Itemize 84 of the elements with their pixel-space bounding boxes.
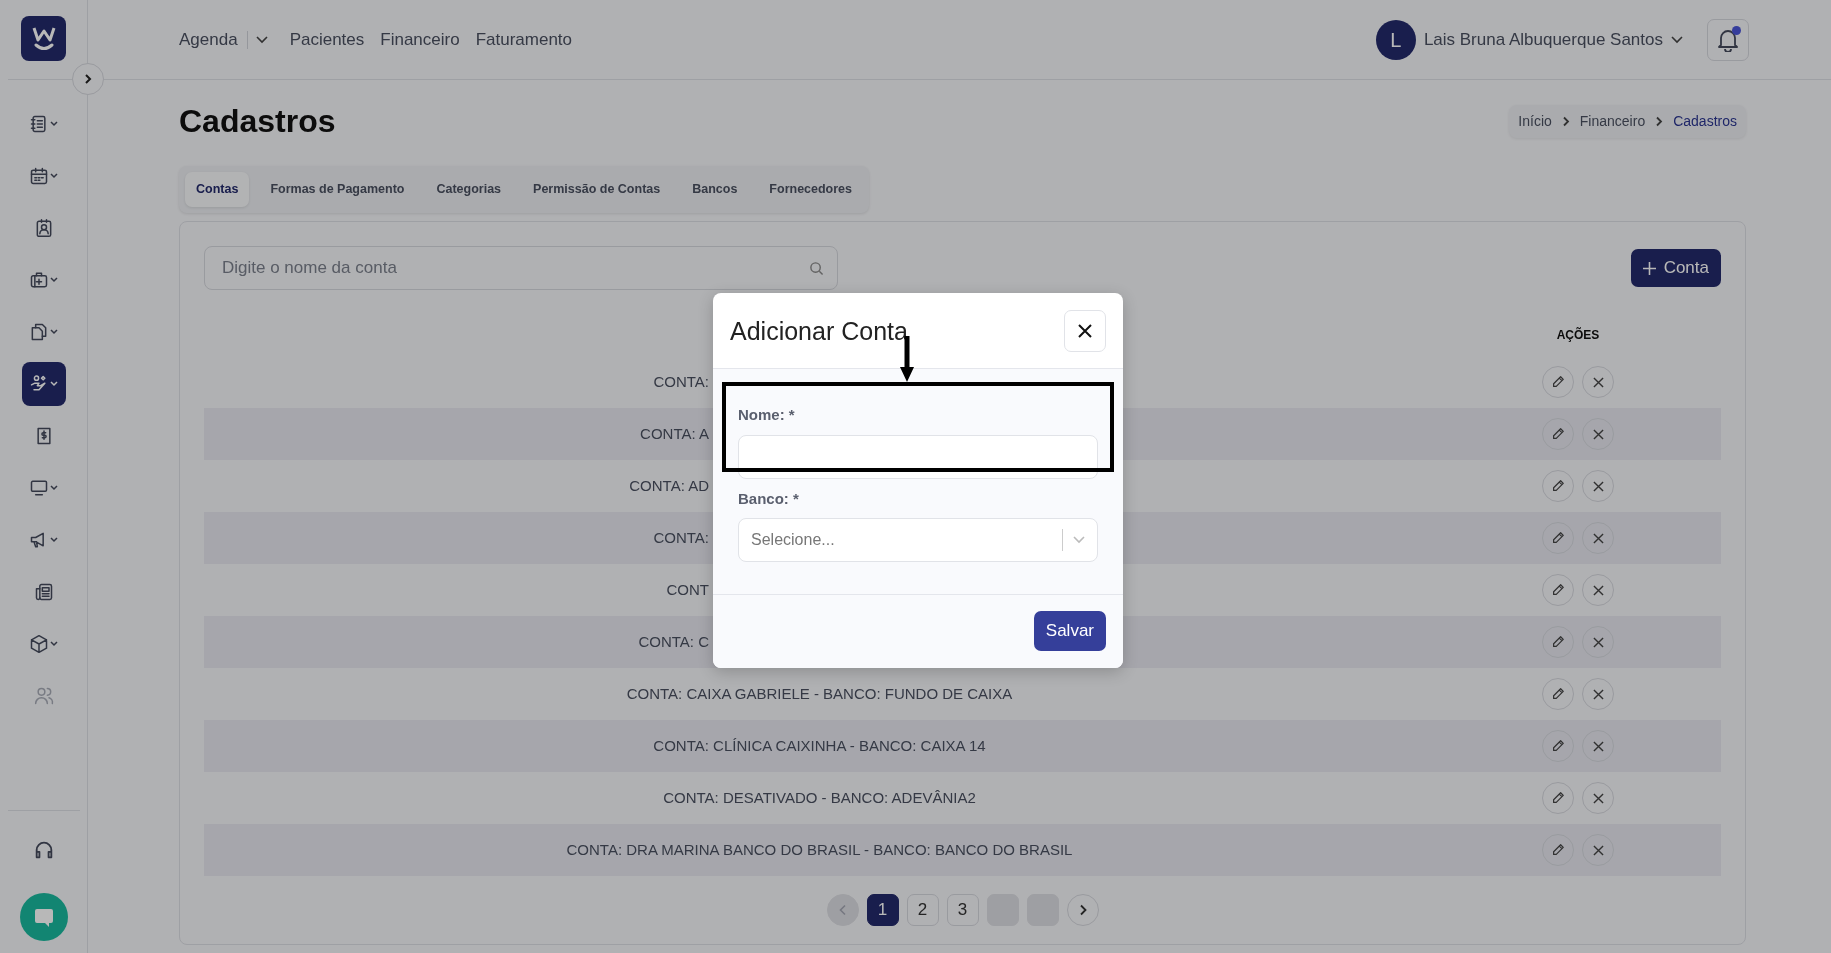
tab[interactable]: Fornecedores [758,172,864,208]
expand-sidebar-button[interactable] [72,63,104,95]
chevron-right-icon [1078,904,1087,917]
nav-link[interactable]: Pacientes [289,26,365,53]
pencil-icon [1551,427,1565,442]
plus-icon [1642,261,1656,275]
x-icon [1592,636,1604,648]
user-name[interactable]: Lais Bruna Albuquerque Santos [1423,26,1663,53]
table-cell: CONT [666,580,709,598]
x-icon [1592,792,1604,804]
bell-icon [1717,27,1739,52]
x-icon [1592,740,1604,752]
close-icon [1077,323,1093,339]
table-cell: CONTA: CLÍNICA CAIXINHA - BANCO: CAIXA 14 [653,736,986,754]
breadcrumb-link[interactable]: Início [1518,110,1552,132]
x-icon [1592,688,1604,700]
chevron-right-icon [1561,115,1570,127]
chevron-left-icon [838,904,847,917]
bank-select[interactable]: Selecione... [738,518,1098,562]
chevron-down-icon[interactable] [1671,35,1683,44]
table-cell: CONTA: C [638,632,709,650]
pencil-icon [1551,687,1565,702]
page-button[interactable]: 1 [866,894,899,927]
nav-link[interactable]: Agenda [179,26,238,53]
pencil-icon [1551,791,1565,806]
page-button[interactable]: 2 [906,894,939,927]
sidebar-item[interactable] [21,362,66,406]
page-button[interactable]: 3 [946,894,979,927]
chevron-down-icon[interactable] [255,35,268,44]
chevron-down-icon [1073,536,1085,544]
tab[interactable]: Categorias [425,172,513,208]
x-icon [1592,844,1604,856]
table-cell: CONTA: CAIXA GABRIELE - BANCO: FUNDO DE CAIXA [626,684,1013,702]
monitor-icon [29,478,49,498]
box-icon [29,634,49,654]
chevron-right-icon [83,73,93,85]
tab[interactable]: Contas [185,172,250,208]
pencil-icon [1551,375,1565,390]
table-cell: CONTA: AD [629,476,709,494]
app-logo[interactable] [21,16,66,61]
nav-link[interactable]: Financeiro [380,26,460,53]
calendar-icon [29,166,49,186]
pencil-icon [1551,531,1565,546]
x-icon [1592,428,1604,440]
table-cell: CONTA: A [640,424,709,442]
medical-kit-icon [29,270,49,290]
field-label: Nome: * [738,405,796,425]
modal-title: Adicionar Conta [730,316,908,346]
tab[interactable]: Formas de Pagamento [259,172,416,208]
table-cell: CONTA: DRA MARINA BANCO DO BRASIL - BANCO: BANCO DO BRASIL [566,840,1073,858]
pencil-icon [1551,635,1565,650]
page-title: Cadastros [179,102,336,141]
nav-link[interactable]: Faturamento [475,26,573,53]
column-header: AÇÕES [1556,326,1600,345]
breadcrumb-link[interactable]: Financeiro [1579,110,1646,132]
chevron-right-icon [1655,115,1664,127]
field-label: Banco: * [738,488,800,509]
table-cell: CONTA: DESATIVADO - BANCO: ADEVÂNIA2 [663,788,976,806]
search-field[interactable]: Digite o nome da conta [204,246,838,291]
newspaper-icon [33,582,54,602]
save-button[interactable]: Salvar [1033,611,1106,651]
name-input[interactable] [738,434,1098,479]
chat-bubble-icon [32,906,55,928]
add-account-button[interactable]: Conta [1630,249,1721,288]
breadcrumb-link[interactable]: Cadastros [1673,110,1737,132]
tab[interactable]: Bancos [681,172,749,208]
notifications-button[interactable] [1707,18,1749,61]
list-icon [29,114,49,134]
x-icon [1592,376,1604,388]
pencil-icon [1551,583,1565,598]
table-cell: CONTA: [653,372,709,390]
table-cell: CONTA: [653,528,709,546]
user-avatar[interactable]: L [1375,19,1416,60]
tab[interactable]: Permissão de Contas [522,172,672,208]
x-icon [1592,584,1604,596]
users-icon [33,686,54,706]
pencil-icon [1551,739,1565,754]
close-button[interactable] [1064,310,1106,352]
search-icon [809,261,824,277]
x-icon [1592,480,1604,492]
pencil-icon [1551,479,1565,494]
files-icon [29,322,49,342]
x-icon [1592,532,1604,544]
pencil-icon [1551,843,1565,858]
